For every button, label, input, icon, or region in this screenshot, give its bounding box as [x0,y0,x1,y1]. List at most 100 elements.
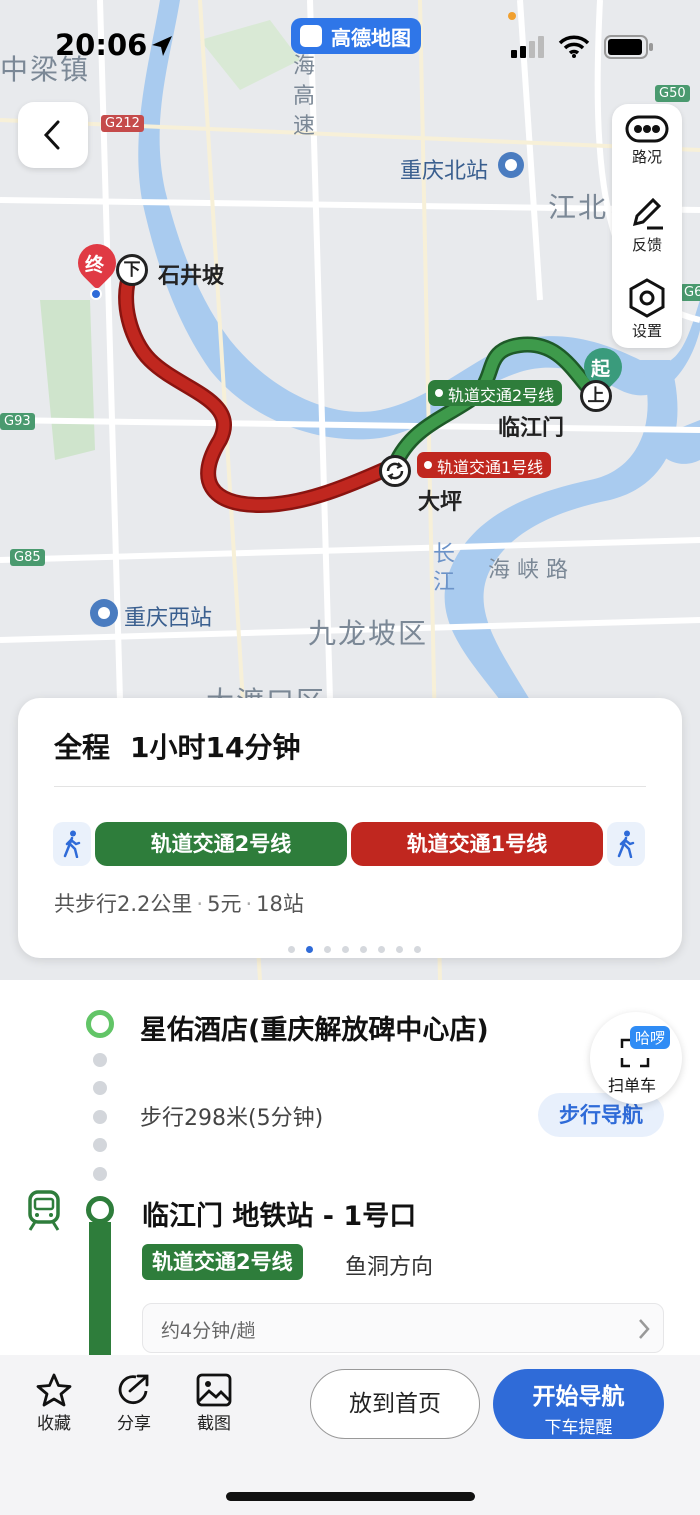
screenshot-button[interactable]: 截图 [179,1373,249,1434]
line1-map-tag-text: 轨道交通1号线 [437,458,544,477]
station-marker [86,1196,114,1224]
transfer-icon [386,462,404,480]
board-marker[interactable]: 上 [580,380,612,412]
stats-separator: · [196,892,204,916]
walk-distance: 共步行2.2公里 [54,892,193,916]
map-label-su: 速 [292,114,315,139]
walk-dot [93,1081,107,1095]
bottom-action-bar: 收藏 分享 截图 放到首页 开始导航 下车提醒 [0,1355,700,1515]
home-indicator [226,1492,475,1501]
station-name: 临江门 地铁站 - 1号口 [142,1201,417,1232]
traffic-label: 路况 [631,148,662,166]
traffic-icon [625,115,669,143]
alight-reminder-label: 下车提醒 [544,1418,613,1438]
walk-dot [93,1138,107,1152]
line2-map-tag-text: 轨道交通2号线 [448,386,555,405]
page-dot-active [306,946,313,953]
cellular-signal-icon [511,36,544,58]
walk-icon [617,830,635,858]
map-label-jiulongpo: 九龙坡区 [308,617,429,650]
status-time: 20:06 [55,28,148,62]
page-dot [360,946,367,953]
app-pill-label: 高德地图 [331,26,411,50]
route-summary-card[interactable]: 全程 1小时14分钟 轨道交通2号线 轨道交通1号线 共步行2.2公里 · 5元 · 1… [18,698,682,958]
tag-dot [424,461,432,469]
amap-app-icon [300,25,322,47]
map-tools-panel: 路况 反馈 设置 [612,104,682,348]
page-dot [396,946,403,953]
page-dot [378,946,385,953]
chevron-right-icon [639,1319,650,1339]
add-to-home-button[interactable]: 放到首页 [310,1369,480,1439]
railway-station-icon [498,152,524,178]
road-shield-g212: G212 [101,115,144,132]
transfer-marker[interactable] [379,455,411,487]
line2-map-tag: 轨道交通2号线 [428,380,563,406]
start-point-marker [86,1010,114,1038]
map-label-shijingpo: 石井坡 [158,264,225,289]
settings-button[interactable]: 设置 [612,268,682,348]
walk-dot [93,1167,107,1181]
fare: 5元 [207,892,242,916]
map-label-daping: 大坪 [418,490,463,515]
settings-icon [629,278,665,318]
walk-dot [93,1053,107,1067]
chevron-left-icon [43,120,60,150]
line2-progress-bar [89,1222,111,1355]
settings-label: 设置 [631,322,662,340]
status-bar: 20:06 高德地图 [0,0,700,92]
segment-line2: 轨道交通2号线 [95,822,347,866]
walk-info: 步行298米(5分钟) [140,1106,324,1131]
start-point-name: 星佑酒店(重庆解放碑中心店) [140,1015,489,1046]
frequency-text: 约4分钟/趟 [161,1320,256,1342]
page-indicator [288,938,432,953]
map-label-jiangbei: 江北 [548,191,609,224]
share-label: 分享 [117,1414,151,1434]
back-button[interactable] [18,102,88,168]
map-label-linjiangmen: 临江门 [498,416,565,441]
walk-dot [93,1110,107,1124]
page-dot [342,946,349,953]
wifi-icon [558,35,590,58]
share-icon [118,1374,149,1405]
railway-station-icon [90,599,118,627]
start-pin-label: 起 [591,358,611,380]
pencil-icon [632,197,663,230]
metro-icon [28,1190,60,1231]
map-label-haixia-road: 海 峡 路 [488,558,568,583]
walk-segment-chip [607,822,645,866]
star-icon [36,1373,72,1407]
alight-marker[interactable]: 下 [116,254,148,286]
walk-segment-chip [53,822,91,866]
page-dot [414,946,421,953]
location-arrow-icon [152,36,172,56]
map-label-chongqing-north: 重庆北站 [400,159,489,184]
feedback-button[interactable]: 反馈 [612,186,682,266]
total-time-label: 全程 [54,731,111,764]
tag-dot [435,389,443,397]
total-time-value: 1小时14分钟 [130,731,301,764]
road-shield-g93: G93 [0,413,35,430]
image-icon [196,1373,232,1407]
start-navigation-button[interactable]: 开始导航 下车提醒 [493,1369,664,1439]
share-button[interactable]: 分享 [99,1373,169,1434]
traffic-button[interactable]: 路况 [612,104,682,184]
map-label-chang: 长 [432,542,455,567]
route-stats: 共步行2.2公里 · 5元 · 18站 [54,888,304,918]
frequency-row[interactable]: 约4分钟/趟 [142,1303,664,1353]
road-shield-g6: G6 [680,284,700,301]
destination-dot [90,288,102,300]
line-direction: 鱼洞方向 [345,1255,434,1280]
map-label-chongqing-west: 重庆西站 [124,606,213,631]
card-divider [54,786,646,787]
segment-line1: 轨道交通1号线 [351,822,603,866]
privacy-dot [508,12,516,20]
screenshot-label: 截图 [197,1414,231,1434]
line2-chip: 轨道交通2号线 [142,1244,303,1280]
favorite-label: 收藏 [37,1414,71,1434]
walk-icon [63,830,81,858]
app-pill[interactable]: 高德地图 [291,18,421,54]
favorite-button[interactable]: 收藏 [19,1373,89,1434]
scan-bike-badge: 哈啰 [630,1026,671,1049]
start-navigation-label: 开始导航 [532,1384,625,1410]
